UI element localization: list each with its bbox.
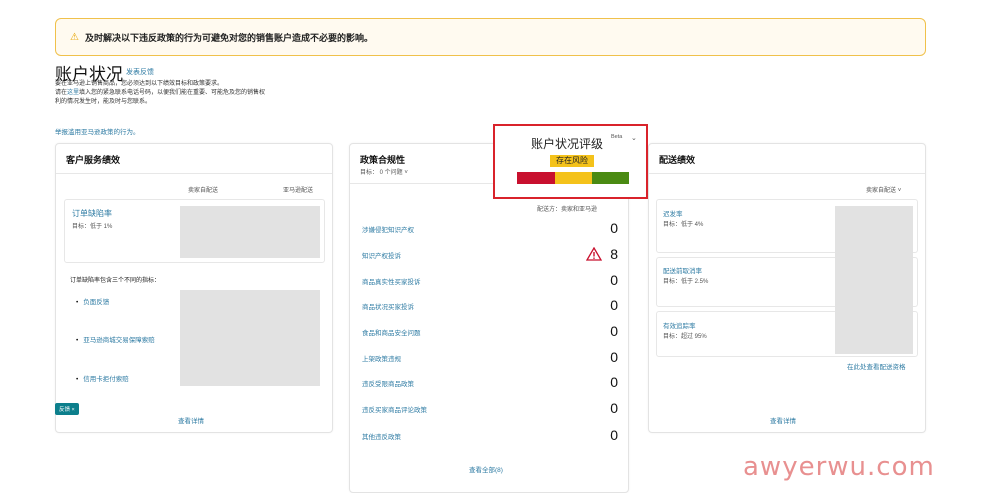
policy-row[interactable]: 商品状况买家投诉 0 — [362, 297, 620, 319]
policy-row-label[interactable]: 食品和商品安全问题 — [362, 327, 421, 337]
rating-bar-bad — [517, 172, 555, 184]
policy-view-all[interactable]: 查看全部(8) — [469, 464, 503, 474]
odr-chart-placeholder — [180, 206, 320, 258]
policy-row-value: 0 — [610, 323, 618, 339]
policy-row-value: 0 — [610, 272, 618, 288]
policy-row-value: 0 — [610, 297, 618, 313]
customer-service-view-details[interactable]: 查看详情 — [178, 415, 204, 425]
odr-desc: 订单缺陷率包含三个不同的指标： — [70, 278, 161, 284]
shipping-eligibility-link[interactable]: 在此处查看配送资格 — [847, 361, 906, 371]
odr-target: 目标：低于 1% — [72, 224, 113, 230]
feedback-tag[interactable]: 反馈 × — [55, 403, 79, 415]
chevron-down-icon: ˅ — [897, 188, 902, 194]
policy-target-text: 目标： 0 个问题 — [360, 170, 403, 176]
bullet-chargeback-claims[interactable]: 信用卡拒付索赔 — [76, 373, 129, 383]
policy-row-label[interactable]: 知识产权投诉 — [362, 250, 401, 260]
bullet-negative-feedback[interactable]: 负面反馈 — [76, 296, 109, 306]
customer-service-title: 客户服务绩效 — [56, 144, 332, 174]
policy-row-label[interactable]: 涉嫌侵犯知识产权 — [362, 224, 414, 234]
close-icon[interactable]: × — [72, 407, 75, 413]
bullet-a-to-z-claims[interactable]: 亚马逊商城交易保障索赔 — [76, 334, 155, 344]
policy-row-value: 0 — [610, 427, 618, 443]
emergency-contact-link[interactable]: 这里 — [67, 90, 79, 96]
intro-line-1: 要在亚马逊上销售商品，您必须达到以下绩效目标和政策要求。 — [55, 81, 224, 87]
policy-row[interactable]: 食品和商品安全问题 0 — [362, 323, 620, 345]
policy-row[interactable]: 知识产权投诉 8 — [362, 246, 620, 268]
cancel-rate-target: 目标：低于 2.5% — [663, 279, 709, 285]
shipping-chart-placeholder — [835, 206, 913, 354]
policy-fulfilled-by: 配送方：卖家和亚马逊 — [537, 207, 598, 213]
intro-pre: 请在 — [55, 90, 68, 96]
watermark: awyerwu.com — [743, 452, 935, 482]
policy-row-label[interactable]: 商品状况买家投诉 — [362, 301, 414, 311]
policy-target[interactable]: 目标： 0 个问题 ˅ — [360, 167, 408, 176]
intro-line-3: 利的情况发生时，能及时与您联系。 — [55, 99, 152, 105]
policy-row[interactable]: 上架政策违规 0 — [362, 349, 620, 371]
rating-status-badge: 存在风险 — [550, 155, 594, 167]
page-intro: 要在亚马逊上销售商品，您必须达到以下绩效目标和政策要求。 请在这里填入您的紧急联… — [55, 80, 355, 107]
policy-row-label[interactable]: 商品真实性买家投诉 — [362, 276, 421, 286]
policy-row[interactable]: 违反受限商品政策 0 — [362, 374, 620, 396]
chevron-down-icon[interactable]: ⌄ — [631, 134, 637, 142]
policy-row-label[interactable]: 违反受限商品政策 — [362, 378, 414, 388]
policy-row-value: 0 — [610, 220, 618, 236]
report-abuse-link[interactable]: 举报滥用亚马逊政策的行为。 — [55, 126, 140, 136]
alert-triangle-icon — [586, 247, 602, 261]
policy-row[interactable]: 商品真实性买家投诉 0 — [362, 272, 620, 294]
intro-post: 填入您的紧急联系电话号码，以便我们能在重要、可能危及您的销售权 — [79, 90, 266, 96]
policy-row-label[interactable]: 其他违反政策 — [362, 431, 401, 441]
policy-row[interactable]: 其他违反政策 0 — [362, 427, 620, 449]
shipping-view-details[interactable]: 查看详情 — [770, 415, 796, 425]
odr-metric-link[interactable]: 订单缺陷率 — [72, 208, 112, 219]
policy-row-value: 0 — [610, 400, 618, 416]
policy-row-value: 0 — [610, 374, 618, 390]
shipping-title: 配送绩效 — [649, 144, 925, 174]
policy-title-text: 政策合规性 — [360, 155, 406, 165]
feedback-tag-label: 反馈 — [59, 407, 71, 413]
shipping-column-label: 卖家自配送 — [866, 188, 897, 194]
late-shipment-link[interactable]: 迟发率 — [663, 208, 683, 218]
policy-row-value: 8 — [610, 246, 618, 262]
feedback-link[interactable]: 发表反馈 — [126, 67, 154, 77]
beta-badge: Beta — [611, 134, 623, 140]
policy-row[interactable]: 违反买家商品评论政策 0 — [362, 400, 620, 422]
policy-row[interactable]: 涉嫌侵犯知识产权 0 — [362, 220, 620, 242]
cancel-rate-link[interactable]: 配送前取消率 — [663, 265, 702, 275]
policy-row-label[interactable]: 上架政策违规 — [362, 353, 401, 363]
col-merchant-fulfilled: 卖家自配送 — [188, 188, 219, 194]
intro-line-2: 请在这里填入您的紧急联系电话号码，以便我们能在重要、可能危及您的销售权 — [55, 89, 355, 98]
account-health-rating[interactable]: 账户状况评级 Beta ⌄ 存在风险 — [493, 124, 648, 199]
bullets-chart-placeholder — [180, 290, 320, 386]
shipping-column-select[interactable]: 卖家自配送 ˅ — [866, 185, 901, 194]
policy-row-value: 0 — [610, 349, 618, 365]
tracking-rate-link[interactable]: 有效追踪率 — [663, 320, 696, 330]
rating-bar-good — [592, 172, 629, 184]
rating-bar-mid — [555, 172, 592, 184]
policy-row-label[interactable]: 违反买家商品评论政策 — [362, 404, 427, 414]
col-amazon-fulfilled: 亚马逊配送 — [283, 188, 314, 194]
late-shipment-target: 目标：低于 4% — [663, 222, 704, 228]
warning-icon: ⚠ — [70, 31, 79, 43]
warning-banner: ⚠ 及时解决以下违反政策的行为可避免对您的销售账户造成不必要的影响。 — [55, 18, 926, 56]
tracking-rate-target: 目标：超过 95% — [663, 334, 707, 340]
chevron-down-icon: ˅ — [404, 170, 408, 176]
rating-title: 账户状况评级 — [531, 137, 604, 151]
warning-text: 及时解决以下违反政策的行为可避免对您的销售账户造成不必要的影响。 — [84, 32, 373, 43]
